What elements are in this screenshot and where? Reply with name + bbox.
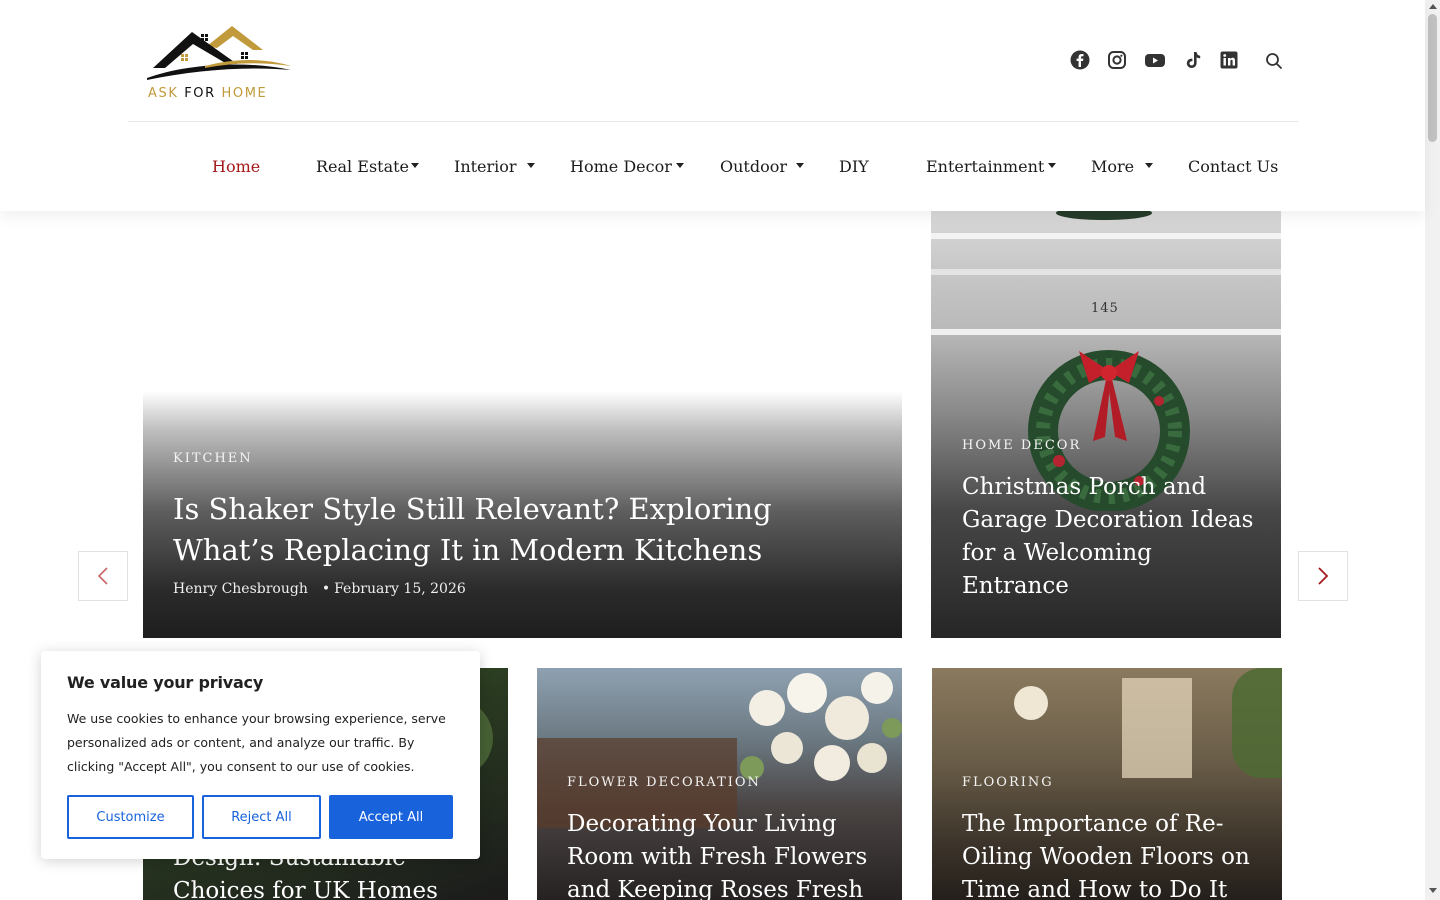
- cookie-description: We use cookies to enhance your browsing …: [67, 711, 446, 774]
- facebook-icon[interactable]: [1068, 48, 1092, 72]
- youtube-icon[interactable]: [1143, 48, 1167, 72]
- cookie-consent-banner: We value your privacy We use cookies to …: [41, 651, 480, 859]
- post-card[interactable]: FLOWER DECORATION Decorating Your Living…: [537, 668, 902, 900]
- site-logo[interactable]: ASK FOR HOME: [145, 24, 293, 104]
- post-title[interactable]: Is Shaker Style Still Relevant? Explorin…: [173, 489, 873, 571]
- post-date: February 15, 2026: [334, 581, 466, 597]
- house-roof-logo-icon: [147, 26, 291, 80]
- page-scrollbar[interactable]: [1425, 0, 1440, 900]
- chevron-down-icon[interactable]: [796, 163, 804, 168]
- chevron-down-icon[interactable]: [527, 163, 535, 168]
- customize-button[interactable]: Customize: [67, 795, 194, 839]
- scroll-down-icon[interactable]: [1429, 888, 1437, 893]
- tiktok-icon[interactable]: [1181, 48, 1205, 72]
- lamp-image: [1014, 686, 1048, 720]
- nav-item-home-decor[interactable]: Home Decor: [570, 140, 672, 192]
- linkedin-icon[interactable]: [1217, 48, 1241, 72]
- accept-all-button[interactable]: Accept All: [329, 795, 453, 839]
- header-divider: [128, 121, 1298, 122]
- chevron-down-icon[interactable]: [1145, 163, 1153, 168]
- post-category[interactable]: FLOWER DECORATION: [567, 775, 761, 790]
- post-title[interactable]: Christmas Porch and Garage Decoration Id…: [962, 471, 1262, 603]
- slider-prev-button[interactable]: [78, 551, 128, 601]
- house-number: 145: [1091, 301, 1119, 316]
- search-icon[interactable]: [1262, 49, 1286, 73]
- cookie-title: We value your privacy: [67, 673, 264, 692]
- plant-image: [1232, 668, 1282, 778]
- post-category[interactable]: KITCHEN: [173, 451, 253, 466]
- reject-all-button[interactable]: Reject All: [202, 795, 321, 839]
- chevron-left-icon: [97, 567, 108, 585]
- nav-item-outdoor[interactable]: Outdoor: [720, 140, 787, 192]
- scrollbar-thumb[interactable]: [1428, 14, 1437, 142]
- post-author[interactable]: Henry Chesbrough: [173, 581, 308, 597]
- post-category[interactable]: HOME DECOR: [962, 438, 1081, 453]
- chevron-down-icon[interactable]: [411, 163, 419, 168]
- featured-post-side[interactable]: 145 HOME DECOR Christmas Porch and Garag…: [931, 211, 1281, 638]
- main-nav: Home Real Estate Interior Home Decor Out…: [0, 140, 1425, 192]
- nav-item-interior[interactable]: Interior: [454, 140, 517, 192]
- window-image: [1122, 678, 1192, 778]
- post-title[interactable]: The Importance of Re-Oiling Wooden Floor…: [962, 808, 1277, 900]
- house-trim: [931, 269, 1281, 275]
- instagram-icon[interactable]: [1105, 48, 1129, 72]
- post-title[interactable]: Decorating Your Living Room with Fresh F…: [567, 808, 882, 900]
- house-trim: [931, 329, 1281, 335]
- post-meta: Henry Chesbrough • February 15, 2026: [173, 581, 466, 597]
- nav-item-entertainment[interactable]: Entertainment: [926, 140, 1044, 192]
- site-header: ASK FOR HOME Home Real Estate Interior H…: [0, 0, 1425, 211]
- post-card[interactable]: FLOORING The Importance of Re-Oiling Woo…: [932, 668, 1282, 900]
- nav-item-real-estate[interactable]: Real Estate: [316, 140, 409, 192]
- scroll-up-icon[interactable]: [1429, 4, 1437, 9]
- wreath-image: [1056, 211, 1152, 220]
- slider-next-button[interactable]: [1298, 551, 1348, 601]
- chevron-down-icon[interactable]: [676, 163, 684, 168]
- nav-item-home[interactable]: Home: [212, 140, 260, 192]
- chevron-down-icon[interactable]: [1048, 163, 1056, 168]
- logo-text: ASK FOR HOME: [148, 86, 268, 101]
- house-trim: [931, 233, 1281, 239]
- featured-post-main[interactable]: KITCHEN Is Shaker Style Still Relevant? …: [143, 211, 902, 638]
- nav-item-contact-us[interactable]: Contact Us: [1188, 140, 1278, 192]
- nav-item-more[interactable]: More: [1091, 140, 1134, 192]
- chevron-right-icon: [1318, 567, 1329, 585]
- nav-item-diy[interactable]: DIY: [839, 140, 869, 192]
- post-category[interactable]: FLOORING: [962, 775, 1054, 790]
